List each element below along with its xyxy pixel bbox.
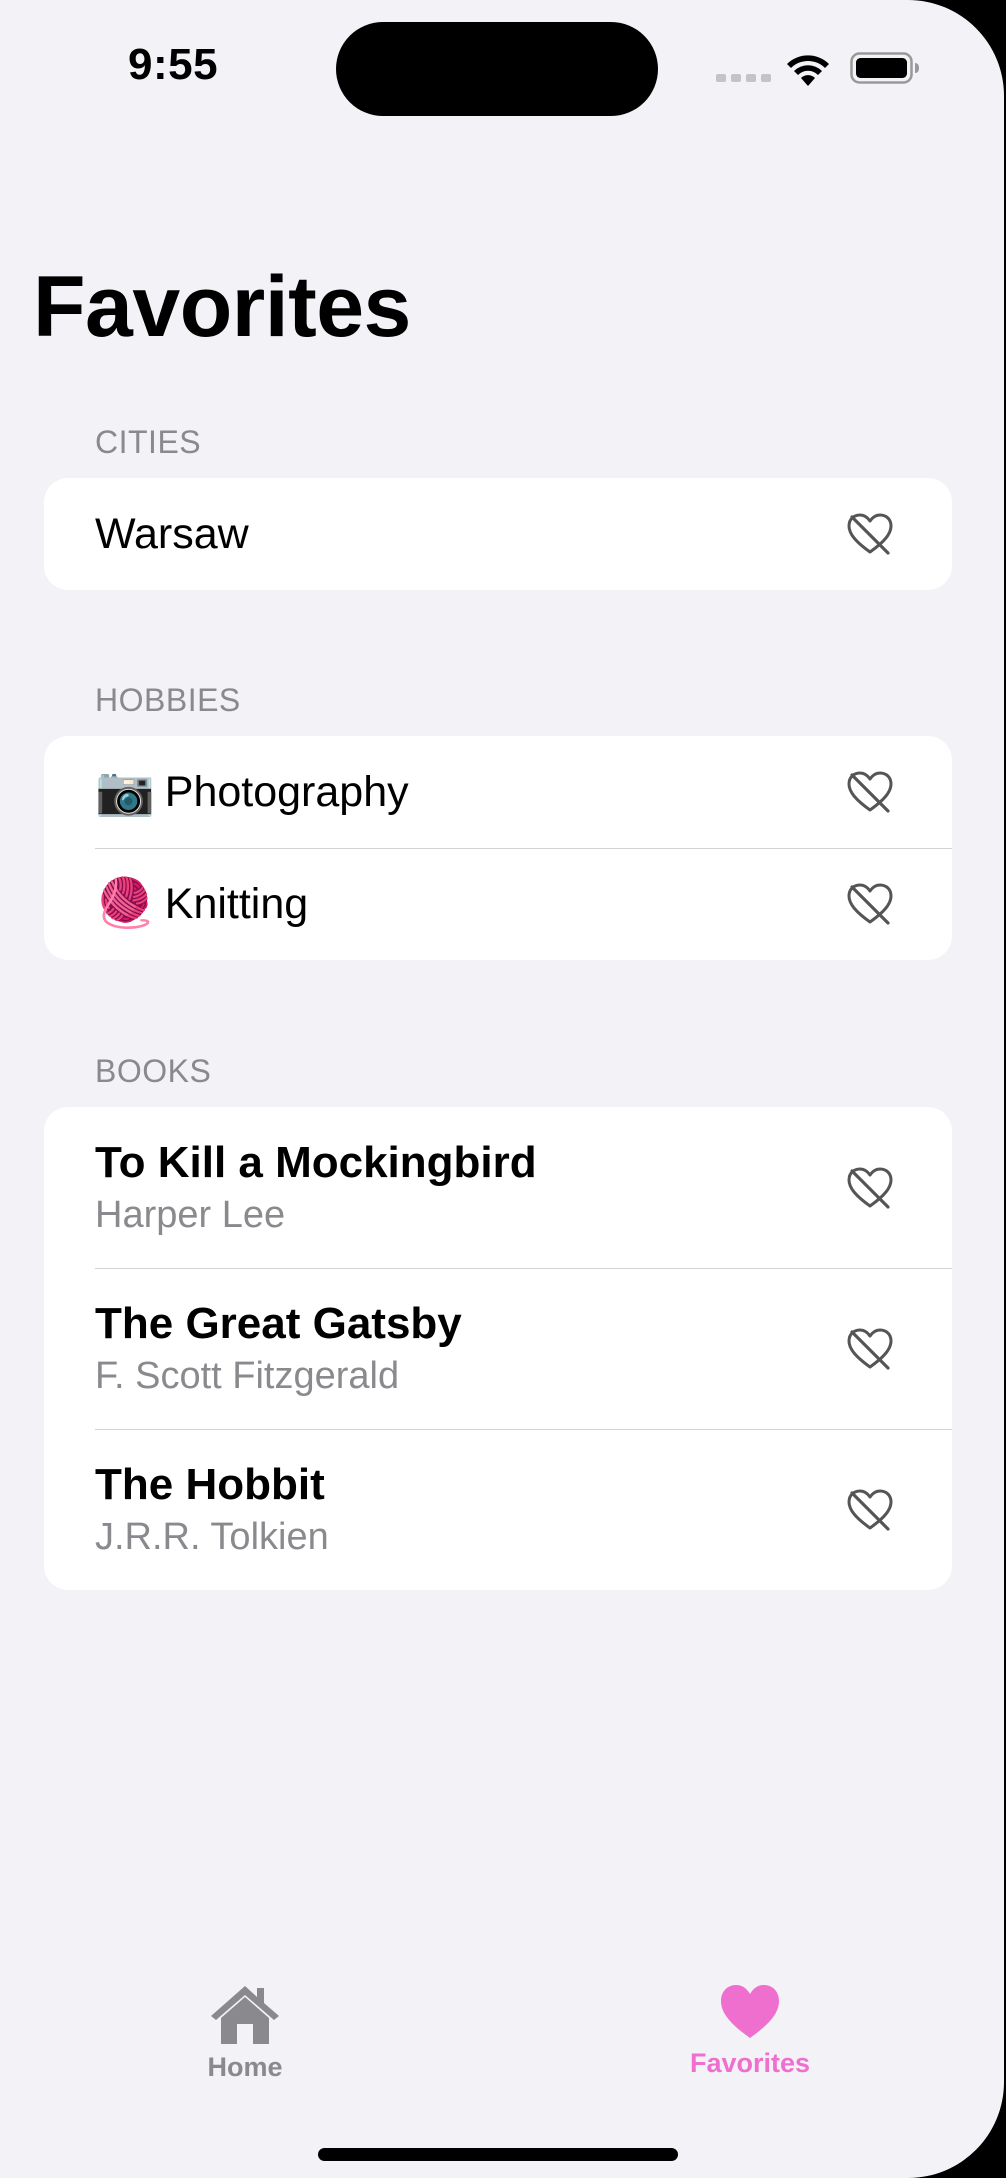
house-icon — [211, 1986, 279, 2044]
book-title: The Hobbit — [95, 1459, 325, 1509]
camera-icon: 📷 — [95, 765, 155, 818]
book-title: The Great Gatsby — [95, 1298, 462, 1348]
book-text: The Great Gatsby F. Scott Fitzgerald — [95, 1299, 462, 1399]
book-author: J.R.R. Tolkien — [95, 1516, 329, 1559]
tab-home[interactable]: Home — [145, 1982, 345, 2083]
book-author: F. Scott Fitzgerald — [95, 1355, 400, 1398]
book-text: The Hobbit J.R.R. Tolkien — [95, 1460, 329, 1560]
screen: 9:55 Favorites CITIES Warsaw HOBBIES 📷 P… — [0, 0, 1004, 2178]
hobbies-list: 📷 Photography 🧶 Knitting — [44, 736, 952, 960]
section-header-hobbies: HOBBIES — [95, 682, 241, 718]
cities-list: Warsaw — [44, 478, 952, 590]
unfavorite-heart-icon[interactable] — [846, 882, 894, 926]
list-item-hobby[interactable]: 📷 Photography — [44, 736, 952, 848]
status-time: 9:55 — [128, 40, 219, 89]
list-item-hobby[interactable]: 🧶 Knitting — [44, 848, 952, 960]
tab-favorites-label: Favorites — [689, 2048, 811, 2078]
hobby-label: Photography — [164, 767, 409, 816]
unfavorite-heart-icon[interactable] — [846, 770, 894, 814]
book-author: Harper Lee — [95, 1194, 286, 1237]
cellular-signal-icon — [716, 74, 771, 82]
list-item-book[interactable]: To Kill a Mockingbird Harper Lee — [44, 1107, 952, 1268]
list-item-book[interactable]: The Hobbit J.R.R. Tolkien — [44, 1429, 952, 1590]
section-header-books: BOOKS — [95, 1053, 212, 1089]
list-item-book[interactable]: The Great Gatsby F. Scott Fitzgerald — [44, 1268, 952, 1429]
list-item-city[interactable]: Warsaw — [44, 478, 952, 590]
tab-home-label: Home — [207, 2052, 283, 2082]
dynamic-island — [336, 22, 658, 116]
battery-icon — [850, 52, 919, 84]
unfavorite-heart-icon[interactable] — [846, 512, 894, 556]
books-list: To Kill a Mockingbird Harper Lee The Gre… — [44, 1107, 952, 1590]
wifi-icon — [787, 55, 829, 86]
device-frame: 9:55 Favorites CITIES Warsaw HOBBIES 📷 P… — [0, 0, 1006, 2178]
tab-favorites[interactable]: Favorites — [650, 1982, 850, 2079]
unfavorite-heart-icon[interactable] — [846, 1327, 894, 1371]
heart-icon — [721, 1985, 779, 2038]
city-label: Warsaw — [95, 509, 249, 558]
home-indicator[interactable] — [318, 2148, 678, 2161]
hobby-label: Knitting — [164, 879, 309, 928]
book-text: To Kill a Mockingbird Harper Lee — [95, 1138, 537, 1238]
section-header-cities: CITIES — [95, 424, 202, 460]
page-title: Favorites — [33, 259, 411, 355]
book-title: To Kill a Mockingbird — [95, 1137, 537, 1187]
unfavorite-heart-icon[interactable] — [846, 1166, 894, 1210]
unfavorite-heart-icon[interactable] — [846, 1488, 894, 1532]
yarn-ball-icon: 🧶 — [95, 877, 155, 930]
